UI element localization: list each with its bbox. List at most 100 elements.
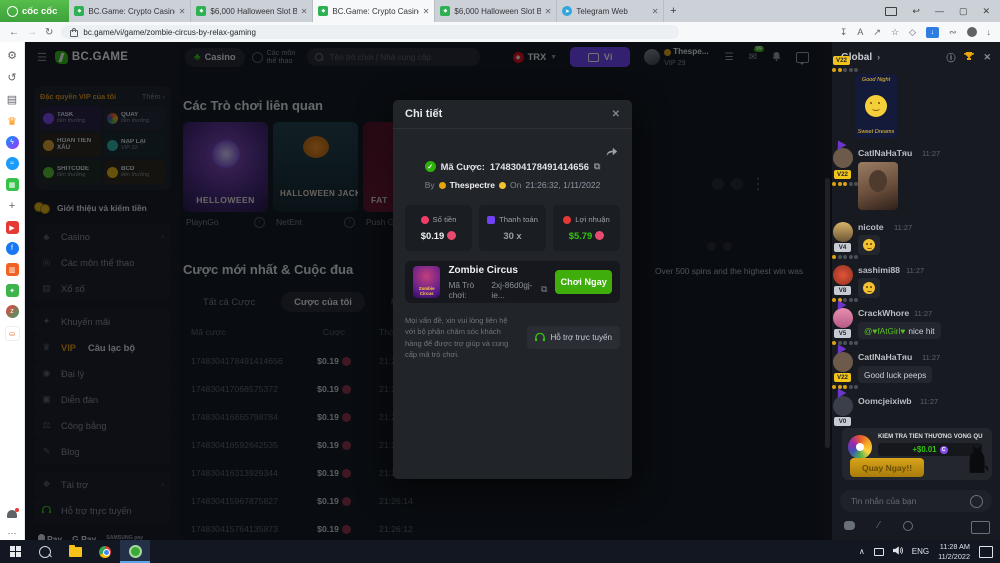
history-clock-icon[interactable]: ↺ (5, 70, 19, 84)
url-field[interactable]: bc.game/vi/game/zombie-circus-by-relax-g… (61, 25, 679, 39)
maximize-button[interactable]: ▢ (959, 6, 968, 17)
share-icon[interactable]: ↗ (873, 27, 881, 38)
tab-close-icon[interactable]: ✕ (301, 7, 308, 16)
spin-now-button[interactable]: Quay Ngay!! (850, 458, 924, 477)
live-support-button[interactable]: Hỗ trợ trực tuyến (527, 326, 620, 349)
games-icon[interactable]: ▦ (6, 178, 19, 191)
tab-telegram[interactable]: ➤ Telegram Web ✕ (557, 0, 664, 22)
game-thumbnail[interactable]: Zombie Circus (413, 266, 440, 298)
back-button[interactable]: ← (9, 27, 19, 38)
gift-icon[interactable]: ✦ (6, 284, 19, 297)
network-icon[interactable] (874, 548, 884, 556)
moon-emoji (865, 95, 887, 117)
medal-icon (439, 182, 446, 189)
add-shortcut-icon[interactable]: + (5, 199, 19, 213)
amount-icon (421, 216, 429, 224)
clock[interactable]: 11:28 AM 11/2/2022 (938, 542, 970, 561)
action-center-icon[interactable] (979, 546, 993, 558)
close-button[interactable]: ✕ (982, 6, 990, 17)
file-explorer-icon[interactable] (60, 540, 90, 563)
adblock-shield-icon[interactable]: ◇ (909, 27, 916, 38)
rank-stars (832, 68, 858, 72)
start-button[interactable] (0, 540, 30, 563)
more-icon[interactable]: ⋯ (5, 526, 19, 540)
avatar[interactable] (833, 148, 853, 168)
slash-command-icon[interactable]: ∕ (878, 520, 880, 531)
verified-icon: ✓ (425, 161, 436, 172)
taskbar-search-icon[interactable] (30, 540, 60, 563)
copy-icon[interactable]: ⧉ (594, 161, 600, 172)
cast-icon[interactable] (885, 7, 897, 16)
avatar[interactable] (833, 352, 853, 372)
emoji-message[interactable] (858, 235, 880, 255)
avatar[interactable] (833, 265, 853, 285)
tab-halloween-1[interactable]: ◆ $6,000 Halloween Slot Battl ✕ (191, 0, 313, 22)
profile-avatar[interactable] (967, 27, 977, 37)
chat-input[interactable] (840, 490, 992, 512)
chat-message[interactable]: @♥fAtGirl♥ nice hit (858, 322, 941, 339)
browser-titlebar: cốc cốc ◆ BC.Game: Crypto Casino Gan ✕ ◆… (0, 0, 1000, 22)
coccoc-taskbar-icon[interactable] (120, 540, 150, 563)
game-code: 2xj-86d0gj-ie... (491, 280, 537, 300)
fist-bump-icon[interactable] (844, 521, 855, 530)
browser-sidebar: ⚙ ↺ ▤ ♛ ϟ ≈ ▦ + ▶ f ▥ ✦ z ⛀ ⋯ (0, 42, 25, 540)
forward-button[interactable]: → (27, 27, 37, 38)
minimize-button[interactable]: — (935, 6, 944, 16)
reading-list-icon[interactable]: ▤ (5, 92, 19, 106)
session-restore-icon[interactable]: ↩ (912, 6, 920, 17)
hidden-icons-chevron[interactable]: ∧ (859, 547, 865, 556)
vip-crown-icon[interactable]: ♛ (5, 114, 19, 128)
tab-close-icon[interactable]: ✕ (423, 7, 430, 16)
vip-badge: V22 (833, 56, 850, 65)
tab-close-icon[interactable]: ✕ (652, 7, 659, 16)
photo-message[interactable] (858, 162, 898, 210)
share-bet-icon[interactable] (605, 144, 618, 162)
sticker-message[interactable]: Good Night Sweet Dreams (855, 74, 897, 138)
vip-badge: V4 (834, 243, 851, 252)
youtube-icon[interactable]: ▶ (6, 221, 19, 234)
avatar[interactable] (833, 222, 853, 242)
messenger-icon[interactable]: ϟ (6, 136, 19, 149)
translate-icon[interactable]: A (857, 27, 863, 37)
reload-button[interactable]: ↻ (45, 27, 53, 38)
emoji-picker-icon[interactable] (970, 495, 983, 508)
copy-icon[interactable]: ⧉ (541, 284, 547, 295)
chat-info-icon[interactable]: ⓘ (946, 51, 955, 64)
tab-close-icon[interactable]: ✕ (179, 7, 186, 16)
chat-close-icon[interactable]: ✕ (983, 52, 991, 63)
emoji-message[interactable] (858, 278, 880, 298)
tab-halloween-2[interactable]: ◆ $6,000 Halloween Slot Battl ✕ (435, 0, 557, 22)
zalo-icon[interactable]: z (6, 305, 19, 318)
facebook-icon[interactable]: f (6, 242, 19, 255)
chat-message[interactable]: Good luck peeps (858, 366, 932, 383)
chrome-icon[interactable] (90, 540, 120, 563)
stat-payout: Thanh toán 30 x (479, 205, 546, 251)
downloads-tray-icon[interactable]: ↓ (987, 27, 992, 37)
tab-bcgame-1[interactable]: ◆ BC.Game: Crypto Casino Gan ✕ (69, 0, 191, 22)
gif-keyboard-icon[interactable] (971, 521, 990, 534)
modal-close-icon[interactable]: ✕ (612, 109, 620, 120)
play-now-button[interactable]: Chơi Ngay (555, 270, 612, 294)
shop-bag-icon[interactable]: ▥ (6, 263, 19, 276)
language-indicator[interactable]: ENG (912, 547, 929, 556)
settings-gear-icon[interactable]: ⚙ (5, 48, 19, 62)
download-manager-icon[interactable]: ↓ (926, 27, 939, 38)
trophy-icon[interactable] (964, 51, 974, 63)
bookmark-star-icon[interactable]: ☆ (891, 27, 899, 38)
vpn-icon[interactable]: ∾ (949, 27, 957, 38)
coinflip-icon[interactable] (903, 521, 913, 531)
player-name[interactable]: Thespectre (450, 180, 495, 190)
coccoc-feed-icon[interactable]: ≈ (6, 157, 19, 170)
shop-cart-icon[interactable]: ⛀ (5, 326, 20, 341)
new-tab-button[interactable]: + (664, 5, 682, 17)
avatar[interactable] (833, 308, 853, 328)
chat-message-input[interactable] (849, 495, 964, 507)
volume-icon[interactable] (893, 546, 903, 557)
avatar[interactable] (833, 396, 853, 416)
save-page-icon[interactable]: ↧ (840, 27, 848, 38)
notifications-bell-icon[interactable] (7, 510, 17, 518)
coccoc-brand[interactable]: cốc cốc (0, 0, 69, 22)
tab-bcgame-2-active[interactable]: ◆ BC.Game: Crypto Casino Gan ✕ (313, 0, 435, 22)
stat-amount: Số tiền $0.19 (405, 205, 472, 251)
tab-close-icon[interactable]: ✕ (545, 7, 552, 16)
